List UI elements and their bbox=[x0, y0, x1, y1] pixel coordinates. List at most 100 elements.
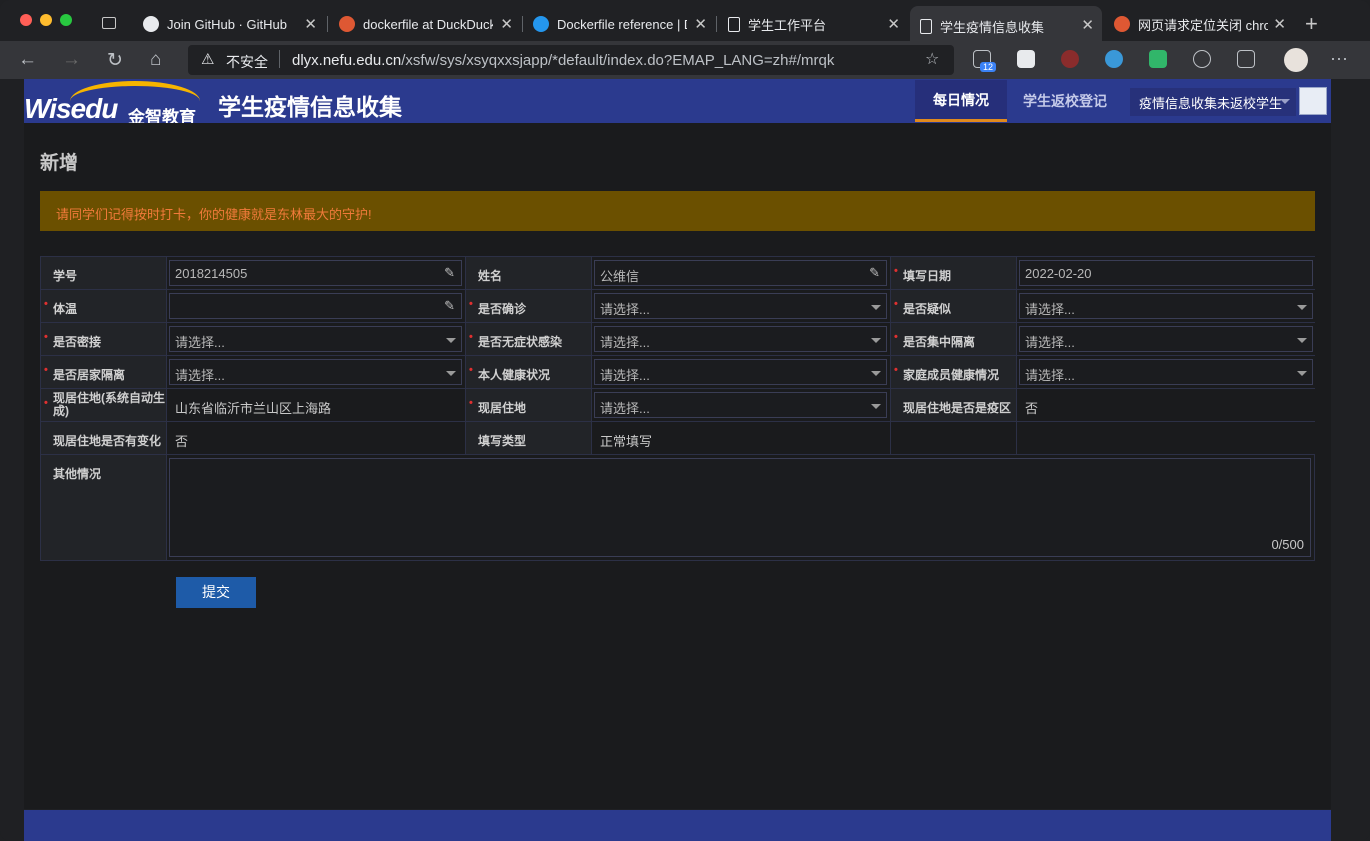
home-isolation-select[interactable]: 请选择... bbox=[169, 359, 462, 385]
health-status-select[interactable]: 请选择... bbox=[594, 359, 887, 385]
close-tab-icon[interactable]: ✕ bbox=[1081, 16, 1094, 34]
submit-button[interactable]: 提交 bbox=[176, 577, 256, 608]
tab-duckduckgo[interactable]: dockerfile at DuckDuckGo ✕ bbox=[329, 8, 521, 40]
extensions-puzzle-icon[interactable] bbox=[1237, 50, 1255, 68]
residence-auto-label: 现居住地(系统自动生成) bbox=[41, 389, 167, 421]
family-health-select[interactable]: 请选择... bbox=[1019, 359, 1313, 385]
family-health-label: 家庭成员健康情况 bbox=[891, 356, 1017, 388]
page-content: Wisedu 金智教育 学生疫情信息收集 每日情况 学生返校登记 疫情信息收集未… bbox=[0, 79, 1370, 841]
name-field[interactable]: 公维信 ✎ bbox=[594, 260, 887, 286]
forward-icon[interactable]: → bbox=[62, 49, 81, 71]
chevron-down-icon bbox=[446, 338, 456, 343]
warning-icon[interactable]: ⚠ bbox=[201, 50, 214, 68]
epidemic-area-value: 否 bbox=[1025, 401, 1039, 416]
edit-icon: ✎ bbox=[869, 265, 880, 280]
other-info-textarea[interactable]: 0/500 bbox=[169, 458, 1311, 557]
more-menu-icon[interactable]: ··· bbox=[1330, 48, 1348, 69]
tab-github[interactable]: Join GitHub · GitHub ✕ bbox=[133, 8, 325, 40]
name-value: 公维信 bbox=[600, 269, 640, 284]
asymptomatic-select[interactable]: 请选择... bbox=[594, 326, 887, 352]
residence-changed-label: 现居住地是否有变化 bbox=[41, 422, 167, 454]
edit-icon: ✎ bbox=[444, 265, 455, 280]
user-avatar[interactable] bbox=[1299, 87, 1327, 115]
tab-epidemic-collection[interactable]: 学生疫情信息收集 ✕ bbox=[910, 6, 1102, 46]
home-icon[interactable]: ⌂ bbox=[150, 49, 161, 71]
student-id-label: 学号 bbox=[41, 257, 167, 289]
residence-changed-value: 否 bbox=[175, 434, 189, 449]
url-path: /xsfw/sys/xsyqxxsjapp/*default/index.do?… bbox=[401, 52, 835, 69]
github-icon bbox=[143, 16, 159, 32]
wisedu-logo: Wisedu bbox=[24, 93, 118, 124]
duckduckgo-icon bbox=[1114, 16, 1130, 32]
minimize-window-button[interactable] bbox=[40, 14, 52, 26]
chevron-down-icon bbox=[1297, 338, 1307, 343]
select-placeholder: 请选择... bbox=[600, 368, 650, 383]
central-isolation-select[interactable]: 请选择... bbox=[1019, 326, 1313, 352]
notice-banner: 请同学们记得按时打卡，你的健康就是东林最大的守护! bbox=[40, 191, 1315, 231]
reload-icon[interactable]: ↻ bbox=[107, 49, 123, 72]
asymptomatic-label: 是否无症状感染 bbox=[466, 323, 592, 355]
extension-code-icon[interactable] bbox=[1149, 50, 1167, 68]
close-contact-select[interactable]: 请选择... bbox=[169, 326, 462, 352]
fill-type-value: 正常填写 bbox=[600, 434, 653, 449]
extension-ghost-icon[interactable] bbox=[1017, 50, 1035, 68]
select-placeholder: 请选择... bbox=[600, 335, 650, 350]
health-status-label: 本人健康状况 bbox=[466, 356, 592, 388]
tab-actions-icon[interactable] bbox=[102, 17, 116, 29]
chevron-down-icon bbox=[1297, 371, 1307, 376]
fill-type-label: 填写类型 bbox=[466, 422, 592, 454]
tab-title: 学生工作平台 bbox=[748, 17, 827, 33]
page-icon bbox=[728, 16, 740, 32]
chevron-down-icon bbox=[871, 404, 881, 409]
select-placeholder: 请选择... bbox=[1025, 368, 1075, 383]
close-tab-icon[interactable]: ✕ bbox=[887, 15, 900, 33]
extension-cat-icon[interactable] bbox=[1193, 50, 1211, 68]
tab-location-request[interactable]: 网页请求定位关闭 chrome ✕ bbox=[1104, 8, 1294, 40]
close-window-button[interactable] bbox=[20, 14, 32, 26]
chevron-down-icon bbox=[1297, 305, 1307, 310]
nav-tab-return-registration[interactable]: 学生返校登记 bbox=[1007, 80, 1123, 122]
role-label: 疫情信息收集未返校学生 bbox=[1139, 96, 1283, 111]
date-field[interactable]: 2022-02-20 bbox=[1019, 260, 1313, 286]
back-icon[interactable]: ← bbox=[18, 49, 37, 71]
close-tab-icon[interactable]: ✕ bbox=[304, 15, 317, 33]
name-label: 姓名 bbox=[466, 257, 592, 289]
extension-spy-icon[interactable] bbox=[1061, 50, 1079, 68]
tab-student-platform[interactable]: 学生工作平台 ✕ bbox=[718, 8, 908, 40]
residence-auto-value: 山东省临沂市兰山区上海路 bbox=[175, 401, 332, 416]
page-title: 新增 bbox=[40, 153, 79, 174]
confirmed-label: 是否确诊 bbox=[466, 290, 592, 322]
close-tab-icon[interactable]: ✕ bbox=[694, 15, 707, 33]
confirmed-select[interactable]: 请选择... bbox=[594, 293, 887, 319]
nav-tab-daily[interactable]: 每日情况 bbox=[915, 80, 1007, 122]
tab-strip: Join GitHub · GitHub ✕ dockerfile at Duc… bbox=[0, 0, 1370, 46]
favorite-icon[interactable]: ☆ bbox=[925, 49, 939, 69]
temperature-label: 体温 bbox=[41, 290, 167, 322]
profile-avatar[interactable] bbox=[1284, 48, 1308, 72]
residence-label: 现居住地 bbox=[466, 389, 592, 421]
new-tab-icon[interactable]: + bbox=[1305, 11, 1318, 37]
residence-select[interactable]: 请选择... bbox=[594, 392, 887, 418]
tab-title: 学生疫情信息收集 bbox=[940, 19, 1045, 35]
browser-window: Join GitHub · GitHub ✕ dockerfile at Duc… bbox=[0, 0, 1370, 841]
maximize-window-button[interactable] bbox=[60, 14, 72, 26]
role-select[interactable]: 疫情信息收集未返校学生 bbox=[1130, 88, 1296, 116]
select-placeholder: 请选择... bbox=[1025, 302, 1075, 317]
select-placeholder: 请选择... bbox=[175, 368, 225, 383]
select-placeholder: 请选择... bbox=[175, 335, 225, 350]
url-text[interactable]: dlyx.nefu.edu.cn/xsfw/sys/xsyqxxsjapp/*d… bbox=[292, 52, 834, 69]
epidemic-area-label: 现居住地是否是疫区 bbox=[891, 389, 1017, 421]
suspected-label: 是否疑似 bbox=[891, 290, 1017, 322]
chevron-down-icon bbox=[871, 371, 881, 376]
select-placeholder: 请选择... bbox=[1025, 335, 1075, 350]
chevron-down-icon bbox=[871, 338, 881, 343]
suspected-select[interactable]: 请选择... bbox=[1019, 293, 1313, 319]
extension-bird-icon[interactable] bbox=[1105, 50, 1123, 68]
select-placeholder: 请选择... bbox=[600, 401, 650, 416]
close-tab-icon[interactable]: ✕ bbox=[500, 15, 513, 33]
temperature-field[interactable]: ✎ bbox=[169, 293, 462, 319]
tab-docker-reference[interactable]: Dockerfile reference | Docker ✕ bbox=[523, 8, 715, 40]
student-id-field[interactable]: 2018214505 ✎ bbox=[169, 260, 462, 286]
close-tab-icon[interactable]: ✕ bbox=[1273, 15, 1286, 33]
security-label[interactable]: 不安全 bbox=[226, 52, 268, 72]
